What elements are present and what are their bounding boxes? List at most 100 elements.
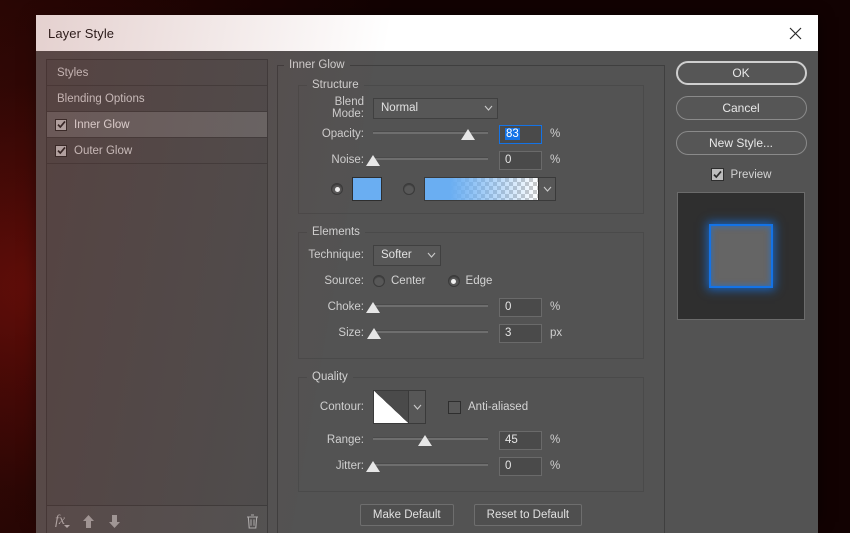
- effect-preview-thumbnail: [677, 192, 805, 320]
- source-row: Source: Center Edge: [307, 270, 631, 292]
- slider-thumb[interactable]: [366, 461, 380, 472]
- range-value: 45: [505, 434, 518, 446]
- move-effect-up-button[interactable]: [82, 514, 95, 529]
- new-style-button[interactable]: New Style...: [676, 131, 807, 155]
- sidebar-item-inner-glow[interactable]: Inner Glow: [47, 112, 267, 138]
- chevron-down-icon: [64, 525, 70, 528]
- choke-row: Choke: 0 %: [307, 296, 631, 318]
- size-label: Size:: [307, 327, 373, 339]
- contour-label: Contour:: [307, 401, 373, 413]
- technique-select[interactable]: Softer: [373, 245, 441, 266]
- jitter-unit: %: [550, 460, 560, 472]
- slider-thumb[interactable]: [418, 435, 432, 446]
- slider-track: [373, 330, 488, 333]
- outer-glow-checkbox[interactable]: [55, 145, 67, 157]
- sidebar-item-label: Styles: [57, 67, 88, 79]
- slider-thumb[interactable]: [366, 302, 380, 313]
- source-edge-radio[interactable]: [448, 275, 460, 287]
- anti-aliased-checkbox[interactable]: [448, 401, 461, 414]
- check-icon: [57, 120, 66, 129]
- opacity-value: 83: [505, 128, 520, 140]
- blend-mode-row: Blend Mode: Normal: [307, 97, 631, 119]
- arrow-up-icon: [82, 514, 95, 529]
- range-unit: %: [550, 434, 560, 446]
- range-slider[interactable]: [373, 430, 488, 450]
- source-center-radio[interactable]: [373, 275, 385, 287]
- choke-label: Choke:: [307, 301, 373, 313]
- styles-panel: Styles Blending Options Inner Glow: [46, 59, 268, 533]
- quality-group-title: Quality: [307, 371, 353, 383]
- slider-track: [373, 157, 488, 160]
- check-icon: [57, 146, 66, 155]
- contour-picker[interactable]: [373, 390, 426, 424]
- jitter-slider[interactable]: [373, 456, 488, 476]
- size-row: Size: 3 px: [307, 322, 631, 344]
- size-value: 3: [505, 327, 511, 339]
- slider-thumb[interactable]: [366, 155, 380, 166]
- size-input[interactable]: 3: [499, 324, 542, 343]
- linear-contour-icon: [374, 391, 408, 423]
- choke-unit: %: [550, 301, 560, 313]
- noise-input[interactable]: 0: [499, 151, 542, 170]
- opacity-input[interactable]: 83: [499, 125, 542, 144]
- slider-track: [373, 304, 488, 307]
- delete-effect-button[interactable]: [246, 514, 259, 529]
- blend-mode-select[interactable]: Normal: [373, 98, 498, 119]
- fx-menu-button[interactable]: fx: [55, 513, 69, 529]
- elements-group-title: Elements: [307, 226, 365, 238]
- jitter-label: Jitter:: [307, 460, 373, 472]
- inner-glow-checkbox[interactable]: [55, 119, 67, 131]
- layer-style-dialog: Layer Style Styles Blending Options: [36, 15, 818, 520]
- elements-group: Elements Technique: Softer: [298, 226, 644, 359]
- range-label: Range:: [307, 434, 373, 446]
- noise-slider[interactable]: [373, 150, 488, 170]
- choke-input[interactable]: 0: [499, 298, 542, 317]
- jitter-value: 0: [505, 460, 511, 472]
- trash-icon: [246, 514, 259, 529]
- noise-value: 0: [505, 154, 511, 166]
- move-effect-down-button[interactable]: [108, 514, 121, 529]
- glow-color-swatch[interactable]: [352, 177, 382, 201]
- sidebar-item-label: Outer Glow: [74, 145, 132, 157]
- fill-type-gradient-radio[interactable]: [403, 183, 415, 195]
- noise-row: Noise: 0 %: [307, 149, 631, 171]
- size-slider[interactable]: [373, 323, 488, 343]
- desktop-background: Layer Style Styles Blending Options: [0, 0, 850, 533]
- arrow-down-icon: [108, 514, 121, 529]
- cancel-button[interactable]: Cancel: [676, 96, 807, 120]
- dialog-body: Styles Blending Options Inner Glow: [36, 51, 818, 533]
- chevron-down-icon: [479, 105, 497, 111]
- slider-thumb[interactable]: [461, 129, 475, 140]
- close-button[interactable]: [772, 15, 818, 51]
- sidebar-item-blending-options[interactable]: Blending Options: [47, 86, 267, 112]
- check-icon: [713, 170, 722, 179]
- reset-to-default-button[interactable]: Reset to Default: [474, 504, 582, 526]
- structure-group-title: Structure: [307, 79, 364, 91]
- make-default-button[interactable]: Make Default: [360, 504, 454, 526]
- glow-gradient-picker[interactable]: [424, 177, 556, 201]
- jitter-input[interactable]: 0: [499, 457, 542, 476]
- choke-slider[interactable]: [373, 297, 488, 317]
- sidebar-item-outer-glow[interactable]: Outer Glow: [47, 138, 267, 164]
- ok-button[interactable]: OK: [676, 61, 807, 85]
- slider-thumb[interactable]: [367, 328, 381, 339]
- dialog-titlebar: Layer Style: [36, 15, 818, 51]
- sidebar-item-label: Inner Glow: [74, 119, 130, 131]
- blend-mode-label: Blend Mode:: [307, 96, 373, 120]
- source-center-label: Center: [391, 275, 426, 287]
- noise-unit: %: [550, 154, 560, 166]
- technique-row: Technique: Softer: [307, 244, 631, 266]
- fill-type-color-radio[interactable]: [331, 183, 343, 195]
- close-icon: [789, 27, 802, 40]
- chevron-down-icon: [408, 391, 425, 423]
- technique-label: Technique:: [307, 249, 373, 261]
- preview-label: Preview: [731, 169, 772, 181]
- preview-checkbox[interactable]: [711, 168, 724, 181]
- fill-type-row: [307, 175, 631, 203]
- size-unit: px: [550, 327, 562, 339]
- preview-toggle-row: Preview: [711, 168, 772, 181]
- sidebar-item-styles[interactable]: Styles: [47, 60, 267, 86]
- opacity-slider[interactable]: [373, 124, 488, 144]
- opacity-unit: %: [550, 128, 560, 140]
- range-input[interactable]: 45: [499, 431, 542, 450]
